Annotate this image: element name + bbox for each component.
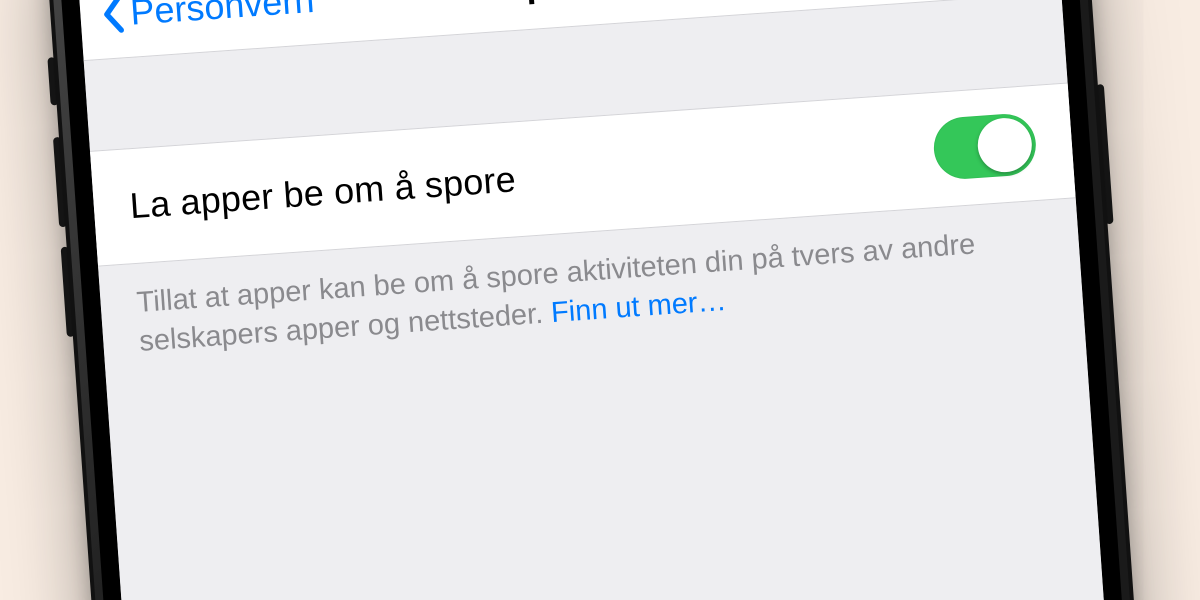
silence-switch <box>47 57 58 105</box>
learn-more-link[interactable]: Finn ut mer… <box>550 285 727 329</box>
allow-tracking-toggle[interactable] <box>932 112 1038 181</box>
phone-screen: 12:16 <box>71 0 1128 600</box>
back-label: Personvern <box>129 0 316 33</box>
power-button <box>1096 84 1114 224</box>
toggle-knob <box>976 116 1034 174</box>
back-button[interactable]: Personvern <box>99 0 316 35</box>
page-title: Sporing <box>500 0 639 7</box>
volume-up-button <box>53 137 67 227</box>
chevron-left-icon <box>99 0 128 34</box>
volume-down-button <box>61 247 75 337</box>
phone-chassis: 12:16 <box>39 0 1160 600</box>
settings-list: La apper be om å spore Tillat at apper k… <box>84 0 1129 600</box>
allow-tracking-label: La apper be om å spore <box>128 158 517 227</box>
